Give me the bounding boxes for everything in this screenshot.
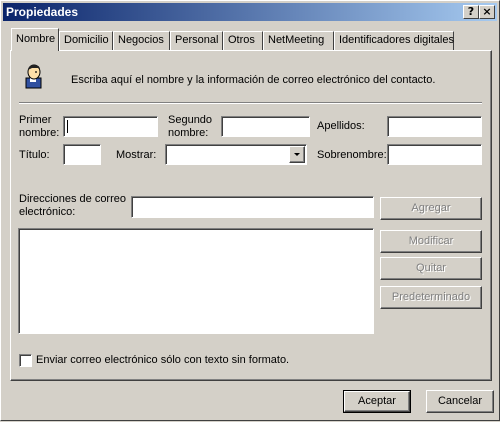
middle-name-input[interactable] — [221, 116, 310, 137]
email-label-2: electrónico: — [19, 206, 76, 218]
display-label: Mostrar: — [116, 149, 157, 161]
add-button[interactable]: Agregar — [380, 197, 482, 220]
properties-dialog: Propiedades ? × Nombre Domicilio Negocio… — [0, 0, 500, 421]
separator — [19, 102, 482, 104]
contact-person-icon — [25, 64, 42, 89]
middle-name-label-2: nombre: — [168, 127, 209, 139]
panel-content: Escriba aquí el nombre y la información … — [1, 1, 500, 422]
chevron-down-icon — [294, 153, 300, 156]
first-name-label-2: nombre: — [19, 127, 60, 139]
first-name-label-1: Primer — [19, 114, 52, 126]
plain-text-checkbox-label: Enviar correo electrónico sólo con texto… — [36, 354, 290, 366]
middle-name-label-1: Segundo — [168, 114, 213, 126]
first-name-input[interactable] — [63, 116, 158, 137]
dropdown-button[interactable] — [289, 146, 305, 163]
nickname-label: Sobrenombre: — [317, 149, 387, 161]
email-list[interactable] — [18, 228, 374, 334]
remove-button[interactable]: Quitar — [380, 257, 482, 280]
cancel-button[interactable]: Cancelar — [426, 390, 494, 413]
modify-button[interactable]: Modificar — [380, 230, 482, 253]
ok-button-face: Aceptar — [344, 391, 410, 412]
default-button[interactable]: Predeterminado — [380, 286, 482, 309]
last-name-label: Apellidos: — [317, 120, 365, 132]
title-input[interactable] — [63, 144, 101, 165]
email-label-1: Direcciones de correo — [19, 193, 126, 205]
nickname-input[interactable] — [387, 144, 482, 165]
text-cursor — [67, 120, 68, 133]
title-label: Título: — [19, 149, 50, 161]
last-name-input[interactable] — [387, 116, 482, 137]
intro-text: Escriba aquí el nombre y la información … — [71, 74, 436, 86]
display-select[interactable] — [165, 144, 307, 165]
plain-text-checkbox[interactable] — [19, 354, 32, 367]
email-input[interactable] — [131, 196, 374, 218]
ok-button[interactable]: Aceptar — [343, 390, 411, 413]
